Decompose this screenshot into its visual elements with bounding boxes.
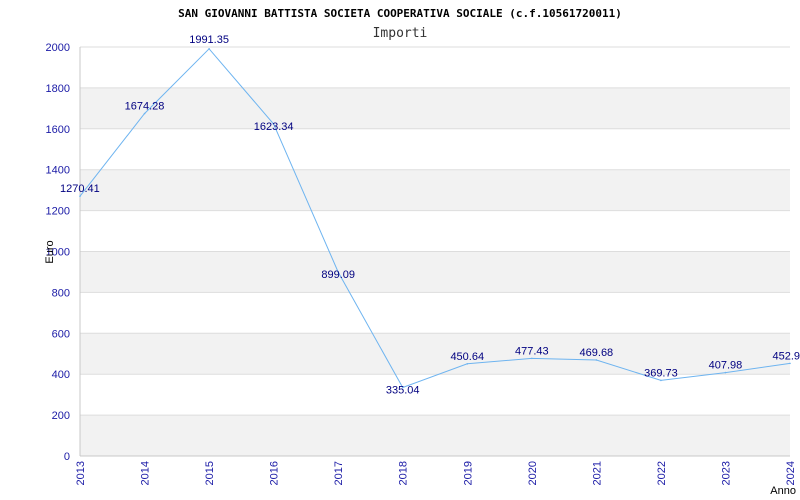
grid-band xyxy=(80,169,790,211)
grid-band xyxy=(80,87,790,129)
data-label: 452.9 xyxy=(772,350,800,362)
x-tick-label: 2019 xyxy=(462,461,474,485)
y-tick-label: 600 xyxy=(52,328,70,340)
data-label: 1991.35 xyxy=(189,34,229,46)
grid-band xyxy=(80,415,790,456)
x-tick-label: 2018 xyxy=(398,461,410,485)
data-label: 369.73 xyxy=(644,367,678,379)
x-tick-label: 2014 xyxy=(140,461,152,485)
y-tick-label: 1400 xyxy=(46,165,70,177)
x-tick-labels: 2013 2014 2015 2016 2017 2018 2019 2020 2021 2022… xyxy=(75,461,797,485)
y-tick-label: 200 xyxy=(52,410,70,422)
plot-bands xyxy=(80,87,790,456)
x-tick-label: 2015 xyxy=(204,461,216,485)
y-tick-label: 1200 xyxy=(46,206,70,218)
data-label: 1674.28 xyxy=(125,101,165,113)
data-label: 335.04 xyxy=(386,384,420,396)
data-point xyxy=(79,195,81,198)
data-point xyxy=(208,47,210,50)
y-tick-label: 2000 xyxy=(46,42,70,54)
data-point xyxy=(531,357,533,360)
grid-band xyxy=(80,251,790,293)
chart-title: SAN GIOVANNI BATTISTA SOCIETA COOPERATIV… xyxy=(178,7,622,20)
data-label: 407.98 xyxy=(709,360,743,372)
x-tick-label: 2023 xyxy=(720,461,732,485)
line-chart: SAN GIOVANNI BATTISTA SOCIETA COOPERATIV… xyxy=(44,7,800,497)
y-tick-label: 800 xyxy=(52,287,70,299)
x-tick-label: 2021 xyxy=(591,461,603,485)
data-label: 469.68 xyxy=(580,347,614,359)
data-point xyxy=(143,112,146,115)
data-point xyxy=(466,363,469,365)
x-tick-label: 2013 xyxy=(75,461,87,485)
y-axis-label: Euro xyxy=(44,240,56,263)
data-point xyxy=(660,379,662,382)
data-point xyxy=(789,362,791,365)
y-tick-label: 0 xyxy=(64,451,70,463)
x-tick-label: 2020 xyxy=(527,461,539,485)
data-label: 450.64 xyxy=(450,351,484,363)
data-label: 899.09 xyxy=(321,269,355,281)
data-point xyxy=(595,359,598,361)
data-point xyxy=(724,371,727,374)
data-label: 477.43 xyxy=(515,345,549,357)
data-label: 1270.41 xyxy=(60,183,100,195)
x-tick-label: 2016 xyxy=(269,461,281,485)
y-tick-label: 400 xyxy=(52,369,70,381)
x-tick-label: 2017 xyxy=(333,461,345,485)
x-axis-label: Anno xyxy=(770,485,796,497)
y-tick-label: 1800 xyxy=(46,83,70,95)
grid-band xyxy=(80,333,790,375)
x-tick-label: 2024 xyxy=(785,461,797,485)
chart-subtitle: Importi xyxy=(373,26,428,41)
data-label: 1623.34 xyxy=(254,121,294,133)
x-tick-label: 2022 xyxy=(656,461,668,485)
y-tick-label: 1600 xyxy=(46,124,70,136)
